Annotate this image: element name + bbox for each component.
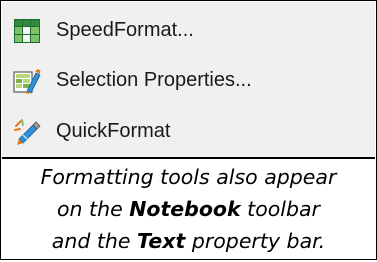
caption-line-2: on the Notebook toolbar: [57, 197, 320, 221]
menu-item-speedformat[interactable]: SpeedFormat...: [2, 5, 375, 55]
menu-item-quickformat[interactable]: QuickFormat: [2, 106, 375, 156]
speedformat-grid-icon: [13, 17, 41, 45]
menu-item-label: SpeedFormat...: [56, 19, 194, 41]
callout-box: SpeedFormat... Selection Properties... Q…: [0, 0, 377, 260]
text-property-bar-name: Text: [137, 229, 186, 253]
menu-item-label: QuickFormat: [56, 120, 171, 142]
format-menu: SpeedFormat... Selection Properties... Q…: [2, 2, 375, 157]
caption-line-1: Formatting tools also appear: [40, 165, 337, 189]
selection-properties-icon: [13, 67, 41, 95]
quickformat-brush-icon: [13, 118, 41, 146]
notebook-toolbar-name: Notebook: [129, 197, 241, 221]
caption-line-3: and the Text property bar.: [51, 229, 326, 253]
divider: [2, 157, 375, 159]
menu-item-label: Selection Properties...: [56, 69, 252, 91]
caption-text: Formatting tools also appear on the Note…: [2, 161, 375, 257]
menu-item-selection-properties[interactable]: Selection Properties...: [2, 55, 375, 105]
